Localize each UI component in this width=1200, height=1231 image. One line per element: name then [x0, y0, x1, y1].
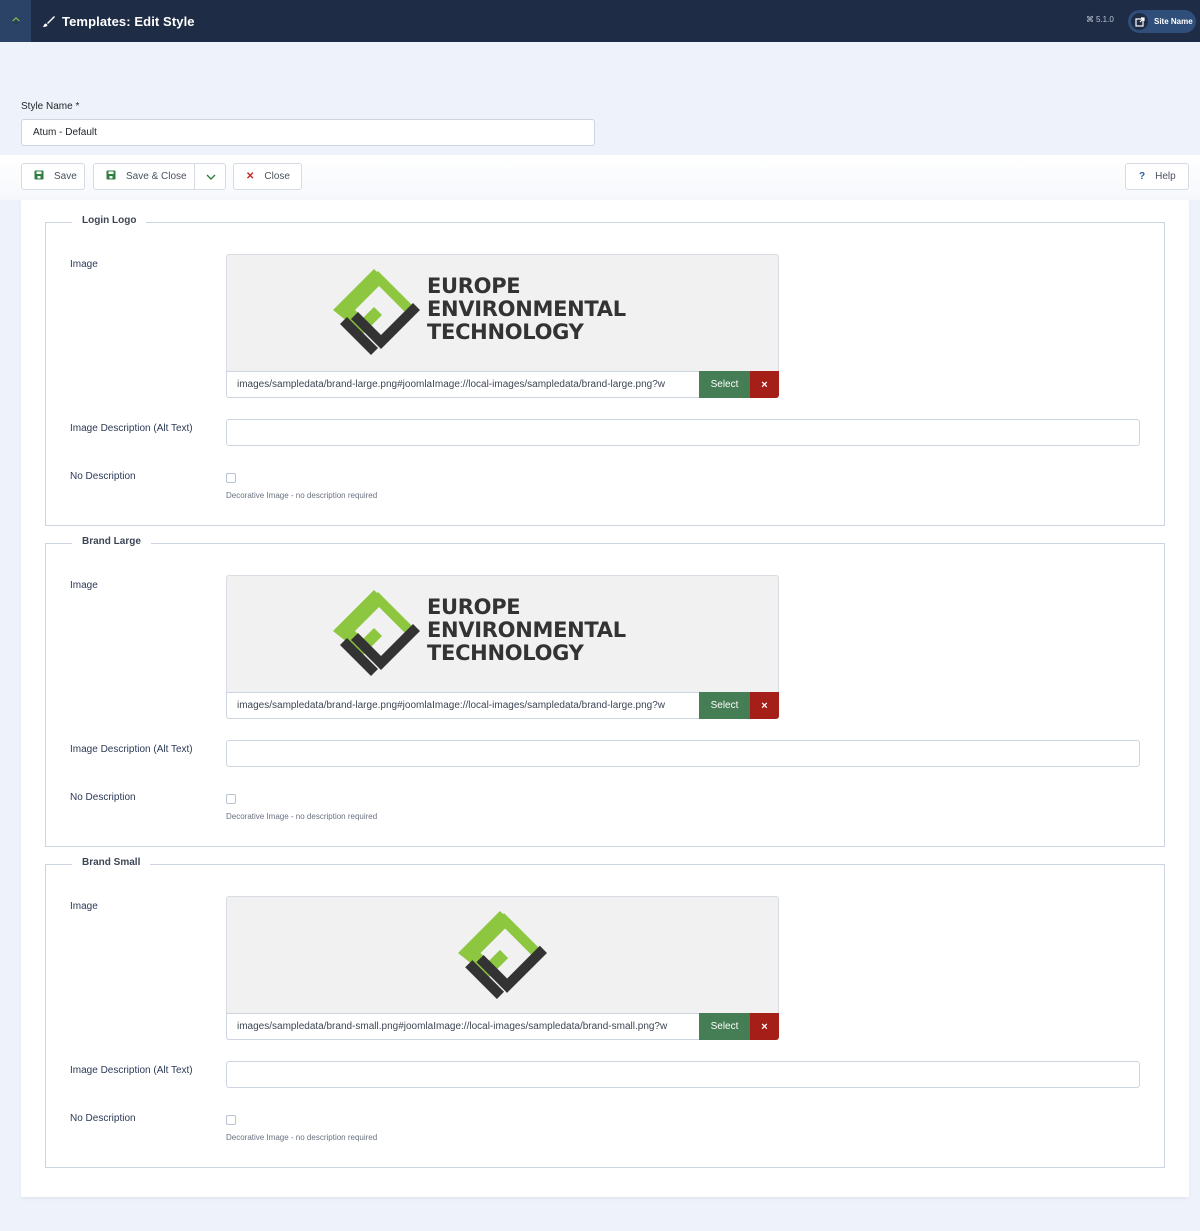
joomla-icon: ⌘	[1086, 15, 1094, 24]
floppy-disk-icon	[106, 170, 116, 183]
style-name-label: Style Name *	[21, 101, 80, 112]
close-label: Close	[264, 171, 290, 182]
site-name-button[interactable]: Site Name	[1128, 10, 1196, 33]
brand-logo-mark-icon	[458, 911, 547, 999]
page-title-text: Templates: Edit Style	[62, 13, 195, 29]
no-description-checkbox[interactable]	[226, 473, 236, 483]
alt-text-label: Image Description (Alt Text)	[70, 744, 193, 755]
alt-text-label: Image Description (Alt Text)	[70, 1065, 193, 1076]
version-badge: ⌘ 5.1.0	[1086, 15, 1114, 24]
no-description-label: No Description	[70, 471, 136, 482]
select-image-button[interactable]: Select	[699, 692, 750, 719]
page-title: Templates: Edit Style	[42, 0, 195, 42]
clear-image-button[interactable]: ×	[750, 692, 779, 719]
logo-wordmark: EUROPE ENVIRONMENTAL TECHNOLOGY	[427, 596, 626, 665]
fieldset-login-logo: Login Logo Image EUROPE ENVIRONMENTAL TE…	[45, 215, 1165, 526]
help-button[interactable]: ? Help	[1125, 163, 1189, 190]
fieldset-brand-large: Brand Large Image EUROPE ENVIRONMENTAL T…	[45, 536, 1165, 847]
logo-line: TECHNOLOGY	[427, 641, 584, 665]
fieldset-brand-small: Brand Small Image images/sampledata/bran…	[45, 857, 1165, 1168]
logo-wordmark: EUROPE ENVIRONMENTAL TECHNOLOGY	[427, 275, 626, 344]
save-label: Save	[54, 171, 77, 182]
joomla-logo-icon	[11, 17, 20, 25]
image-preview: EUROPE ENVIRONMENTAL TECHNOLOGY	[226, 575, 779, 692]
help-label: Help	[1155, 171, 1176, 182]
no-description-label: No Description	[70, 792, 136, 803]
image-label: Image	[70, 580, 98, 591]
clear-image-button[interactable]: ×	[750, 1013, 779, 1040]
save-close-button[interactable]: Save & Close	[93, 163, 226, 190]
brand-logo-mark-icon	[333, 269, 420, 355]
header-bar: Templates: Edit Style ⌘ 5.1.0 Site Name	[0, 0, 1200, 42]
image-path-row: images/sampledata/brand-large.png#joomla…	[226, 692, 779, 719]
image-path-input[interactable]: images/sampledata/brand-small.png#joomla…	[226, 1013, 699, 1040]
logo-line: EUROPE	[427, 274, 521, 298]
image-preview: EUROPE ENVIRONMENTAL TECHNOLOGY	[226, 254, 779, 371]
close-button[interactable]: ✕ Close	[233, 163, 302, 190]
question-icon: ?	[1139, 171, 1146, 182]
image-path-input[interactable]: images/sampledata/brand-large.png#joomla…	[226, 371, 699, 398]
chevron-down-icon	[206, 174, 215, 180]
select-image-button[interactable]: Select	[699, 371, 750, 398]
no-description-hint: Decorative Image - no description requir…	[226, 1133, 378, 1142]
version-text: 5.1.0	[1096, 15, 1114, 24]
clear-image-button[interactable]: ×	[750, 371, 779, 398]
image-preview	[226, 896, 779, 1013]
close-x-icon: ✕	[246, 171, 255, 182]
alt-text-input[interactable]	[226, 740, 1140, 767]
image-path-row: images/sampledata/brand-small.png#joomla…	[226, 1013, 779, 1040]
logo-line: EUROPE	[427, 595, 521, 619]
style-name-input[interactable]: Atum - Default	[21, 119, 595, 146]
floppy-disk-icon	[34, 170, 44, 183]
image-label: Image	[70, 259, 98, 270]
save-options-dropdown-toggle[interactable]	[195, 164, 226, 189]
alt-text-input[interactable]	[226, 1061, 1140, 1088]
external-link-icon	[1131, 13, 1148, 30]
save-button[interactable]: Save	[21, 163, 85, 190]
image-path-input[interactable]: images/sampledata/brand-large.png#joomla…	[226, 692, 699, 719]
no-description-hint: Decorative Image - no description requir…	[226, 812, 378, 821]
image-path-row: images/sampledata/brand-large.png#joomla…	[226, 371, 779, 398]
legend-brand-small: Brand Small	[72, 857, 151, 868]
site-name-label: Site Name	[1154, 17, 1193, 26]
paint-brush-icon	[43, 15, 55, 27]
toolbar: Save Save & Close ✕ Close ? Help	[0, 155, 1200, 200]
logo-line: ENVIRONMENTAL	[427, 618, 626, 642]
select-image-button[interactable]: Select	[699, 1013, 750, 1040]
alt-text-input[interactable]	[226, 419, 1140, 446]
legend-brand-large: Brand Large	[72, 536, 151, 547]
alt-text-label: Image Description (Alt Text)	[70, 423, 193, 434]
brand-logo-mark-icon	[333, 590, 420, 676]
no-description-checkbox[interactable]	[226, 1115, 236, 1125]
legend-login-logo: Login Logo	[72, 215, 147, 226]
main-card: Login Logo Image EUROPE ENVIRONMENTAL TE…	[21, 200, 1189, 1197]
no-description-checkbox[interactable]	[226, 794, 236, 804]
no-description-hint: Decorative Image - no description requir…	[226, 491, 378, 500]
menu-toggle-button[interactable]	[0, 0, 31, 42]
logo-line: TECHNOLOGY	[427, 320, 584, 344]
image-label: Image	[70, 901, 98, 912]
no-description-label: No Description	[70, 1113, 136, 1124]
logo-line: ENVIRONMENTAL	[427, 297, 626, 321]
save-close-label: Save & Close	[126, 171, 187, 182]
